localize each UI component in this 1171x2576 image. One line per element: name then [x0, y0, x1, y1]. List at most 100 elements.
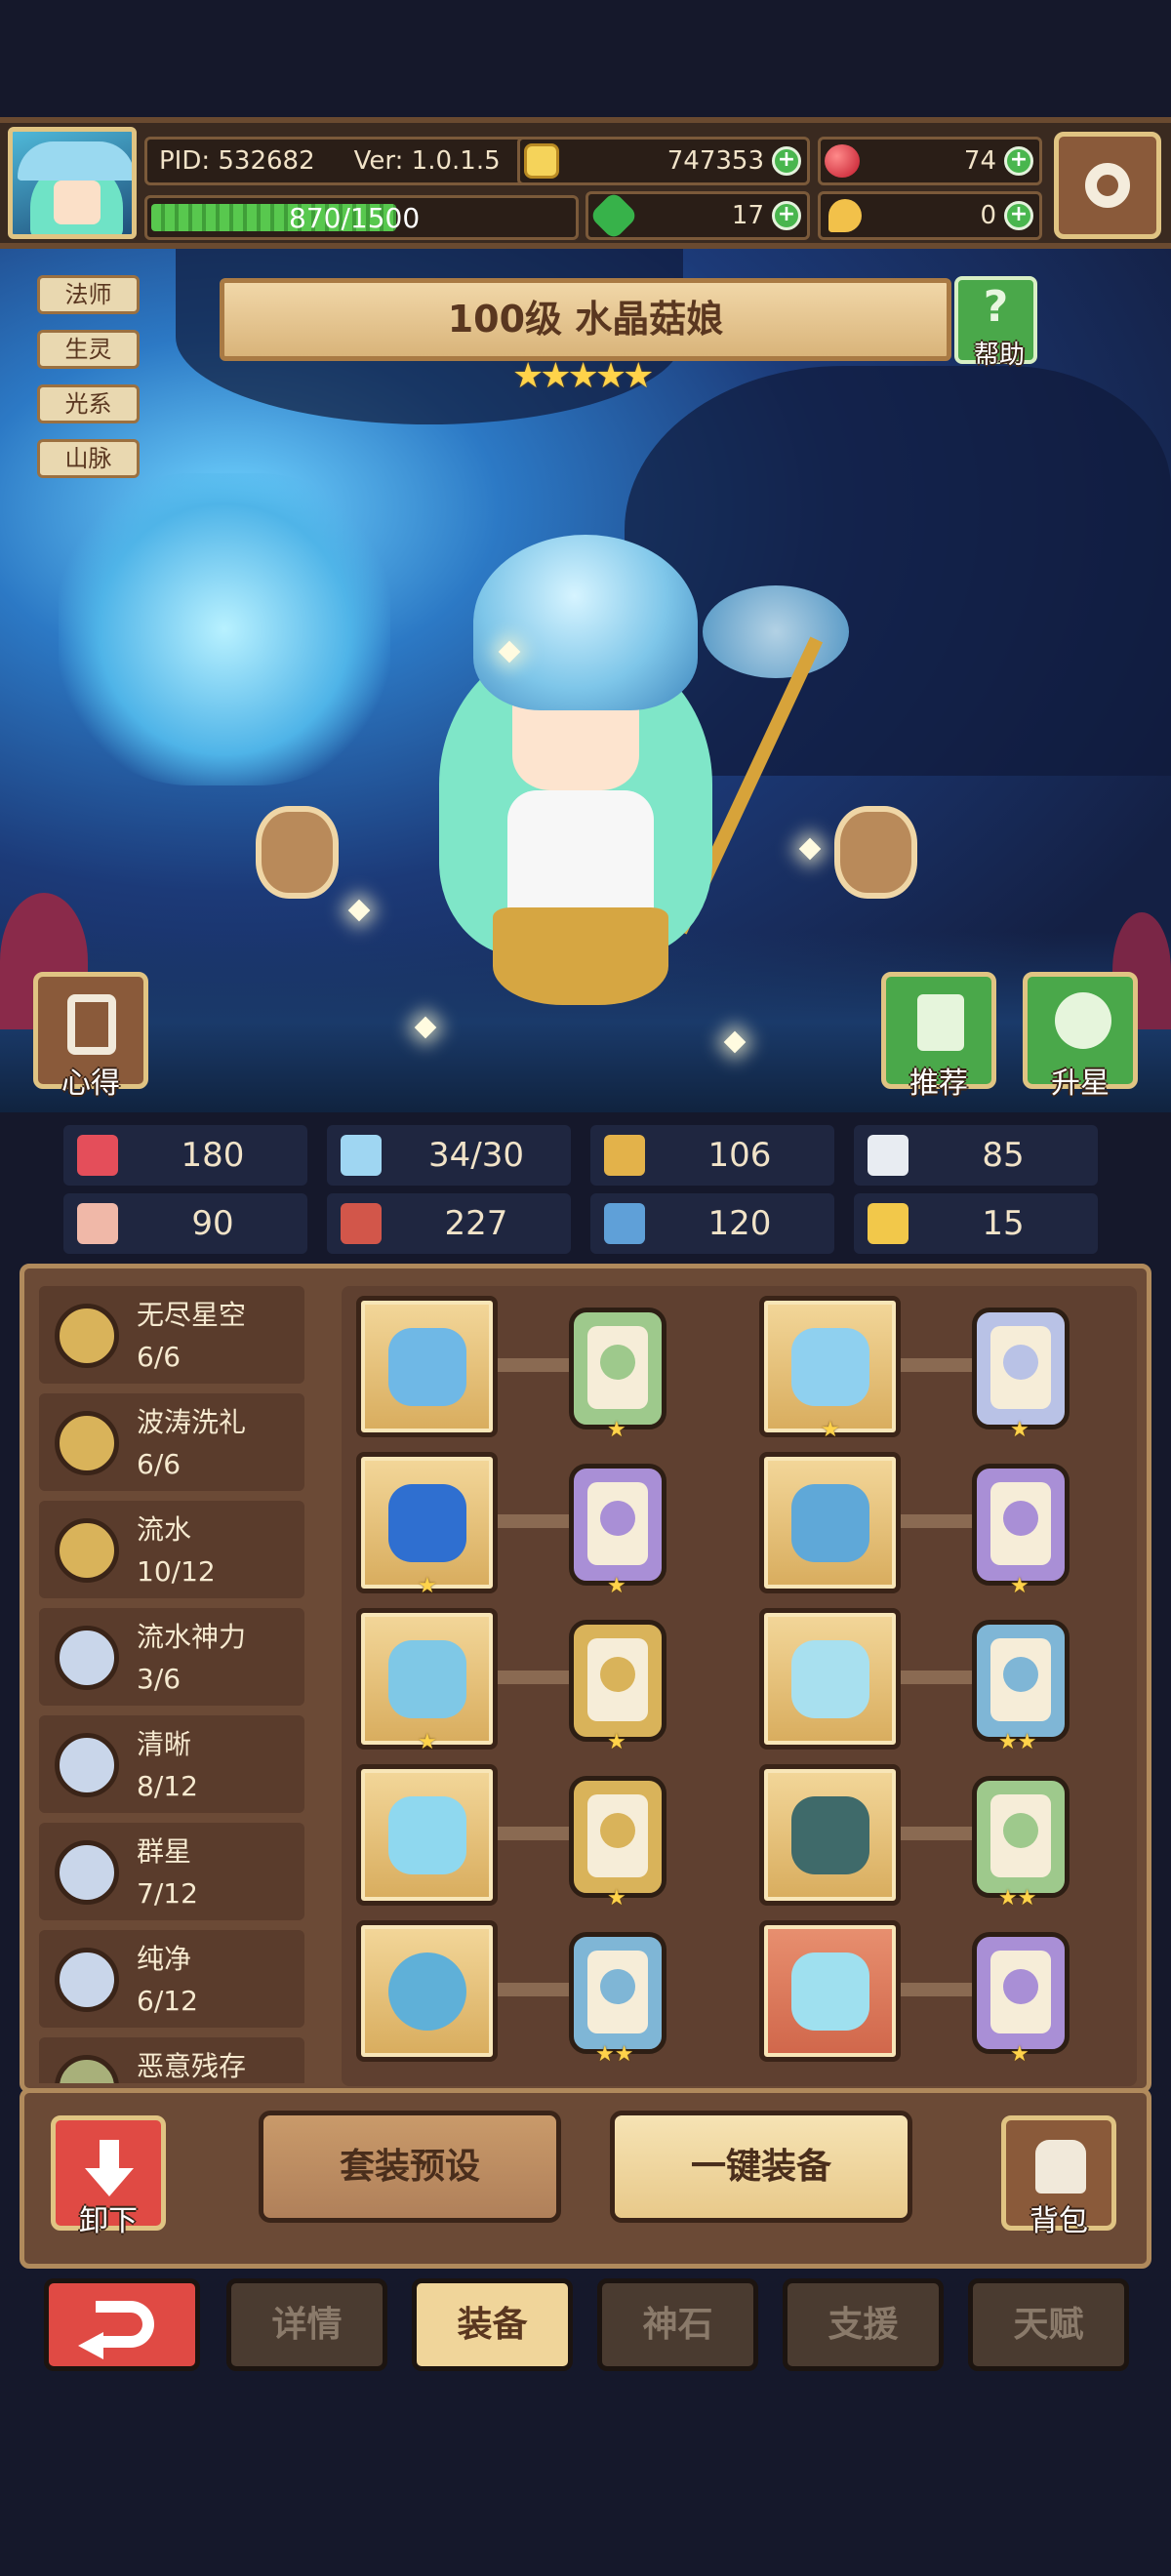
tab-label: 支援 [828, 2305, 899, 2345]
ring-icon [388, 1952, 466, 2031]
equipment-slot[interactable] [356, 1920, 498, 2062]
set-name: 流水神力 [137, 1621, 247, 1653]
stat-shield[interactable]: 106 [590, 1125, 834, 1186]
set-bonus-item[interactable]: 纯净 6/12 [39, 1930, 304, 2028]
rune-slot[interactable]: ★ [569, 1620, 666, 1754]
rune-slot[interactable]: ★ [972, 1932, 1070, 2067]
item-stars: ★ [821, 1418, 840, 1442]
stat-mana-drop[interactable]: 34/30 [327, 1125, 571, 1186]
tab-details[interactable]: 详情 [226, 2278, 387, 2371]
clover-counter[interactable]: 17 + [586, 190, 810, 241]
heart-icon [77, 1135, 118, 1176]
unequip-button[interactable]: 卸下 [51, 2115, 166, 2238]
settings-button[interactable] [1054, 132, 1161, 239]
rune-stars: ★ [607, 1730, 626, 1754]
stat-fist[interactable]: 90 [63, 1193, 307, 1254]
insight-button[interactable]: 心得 [33, 972, 148, 1101]
add-clover-icon[interactable]: + [772, 201, 801, 230]
rune-slot[interactable]: ★ [569, 1776, 666, 1911]
mask-icon [791, 1796, 869, 1874]
set-bonus-item[interactable]: 恶意残存 [39, 2037, 304, 2083]
rune-glyph-icon [600, 1969, 635, 2004]
rune-slot[interactable]: ★★ [972, 1620, 1070, 1754]
rune-slot[interactable]: ★★ [569, 1932, 666, 2067]
rune-slot[interactable]: ★★ [972, 1776, 1070, 1911]
add-food-icon[interactable]: + [1004, 201, 1033, 230]
tab-label: 装备 [457, 2305, 528, 2345]
set-bonus-item[interactable]: 清晰 8/12 [39, 1715, 304, 1813]
set-name: 无尽星空 [137, 1299, 247, 1331]
crystal-boots-icon [791, 1952, 869, 2031]
tab-equipment[interactable]: 装备 [412, 2278, 573, 2371]
rune-stars: ★★ [998, 1730, 1037, 1754]
down-arrow-icon [85, 2140, 134, 2196]
help-button[interactable]: ? 帮助 [954, 276, 1037, 370]
recommend-button[interactable]: 推荐 [881, 972, 996, 1101]
stat-value: 180 [181, 1136, 245, 1175]
add-gold-icon[interactable]: + [772, 146, 801, 176]
player-avatar[interactable] [8, 127, 137, 239]
set-bonus-item[interactable]: 群星 7/12 [39, 1823, 304, 1920]
tab-support[interactable]: 支援 [783, 2278, 944, 2371]
fist-icon [77, 1203, 118, 1244]
stat-horseshoe[interactable]: 15 [854, 1193, 1098, 1254]
equipment-slot[interactable] [356, 1764, 498, 1906]
rune-stars: ★ [1010, 2042, 1030, 2067]
set-preset-label: 套装预设 [339, 2147, 480, 2187]
slot-connector [498, 1514, 576, 1528]
staff-icon [388, 1328, 466, 1406]
cave-rock [625, 366, 1171, 776]
set-bonus-item[interactable]: 流水 10/12 [39, 1501, 304, 1598]
item-stars: ★ [418, 1574, 437, 1598]
backpack-label: 背包 [1030, 2204, 1088, 2238]
stat-heart[interactable]: 180 [63, 1125, 307, 1186]
food-counter[interactable]: 0 + [818, 191, 1042, 240]
gold-counter[interactable]: 747353 + [517, 137, 810, 185]
equipment-slot[interactable] [759, 1608, 901, 1750]
thumbs-up-icon [917, 994, 964, 1051]
add-gem-icon[interactable]: + [1004, 146, 1033, 176]
rune-slot[interactable]: ★ [972, 1308, 1070, 1442]
stat-value: 120 [707, 1204, 772, 1243]
equipment-slot[interactable] [759, 1764, 901, 1906]
equip-all-button[interactable]: 一键装备 [610, 2111, 912, 2223]
equipment-slot[interactable] [356, 1296, 498, 1437]
rune-slot[interactable]: ★ [569, 1464, 666, 1598]
help-label: 帮助 [973, 341, 1025, 370]
experience-text: 870/1500 [289, 202, 421, 234]
set-preset-button[interactable]: 套装预设 [259, 2111, 561, 2223]
tab-talent[interactable]: 天赋 [968, 2278, 1129, 2371]
set-bonus-item[interactable]: 无尽星空 6/6 [39, 1286, 304, 1384]
set-bonus-item[interactable]: 波涛洗礼 6/6 [39, 1393, 304, 1491]
rune-slot[interactable]: ★ [569, 1308, 666, 1442]
tab-label: 详情 [271, 2305, 343, 2345]
set-progress: 6/6 [137, 1448, 182, 1480]
stat-book[interactable]: 227 [327, 1193, 571, 1254]
equipment-slot[interactable] [759, 1452, 901, 1593]
character-title-banner: 100级 水晶菇娘 [220, 278, 951, 361]
return-arrow-icon [96, 2301, 154, 2348]
drumstick-icon [828, 199, 862, 232]
set-bonus-list[interactable]: 无尽星空 6/6 波涛洗礼 6/6 流水 10/12 流水神力 3/6 清晰 8/12 群星 7/12… [39, 1286, 332, 2083]
equipment-slot[interactable]: ★ [759, 1296, 901, 1442]
equipment-slot[interactable]: ★ [356, 1452, 498, 1598]
equipment-slot[interactable] [759, 1920, 901, 2062]
tab-god-stone[interactable]: 神石 [597, 2278, 758, 2371]
rune-stars: ★ [607, 1886, 626, 1911]
left-shield-slot[interactable] [256, 806, 339, 899]
stat-value: 34/30 [428, 1136, 524, 1175]
gem-counter[interactable]: 74 + [818, 137, 1042, 185]
back-button[interactable] [44, 2278, 200, 2371]
stat-boot[interactable]: 120 [590, 1193, 834, 1254]
star-up-label: 升星 [1051, 1067, 1110, 1101]
slot-connector [498, 1358, 576, 1372]
equipment-slot[interactable]: ★ [356, 1608, 498, 1754]
right-shield-slot[interactable] [834, 806, 917, 899]
rune-slot[interactable]: ★ [972, 1464, 1070, 1598]
set-bonus-item[interactable]: 流水神力 3/6 [39, 1608, 304, 1706]
stat-wing[interactable]: 85 [854, 1125, 1098, 1186]
star-up-button[interactable]: 升星 [1023, 972, 1138, 1101]
horseshoe-icon [868, 1203, 909, 1244]
backpack-button[interactable]: 背包 [1001, 2115, 1116, 2238]
set-medal-icon [55, 1948, 119, 2012]
